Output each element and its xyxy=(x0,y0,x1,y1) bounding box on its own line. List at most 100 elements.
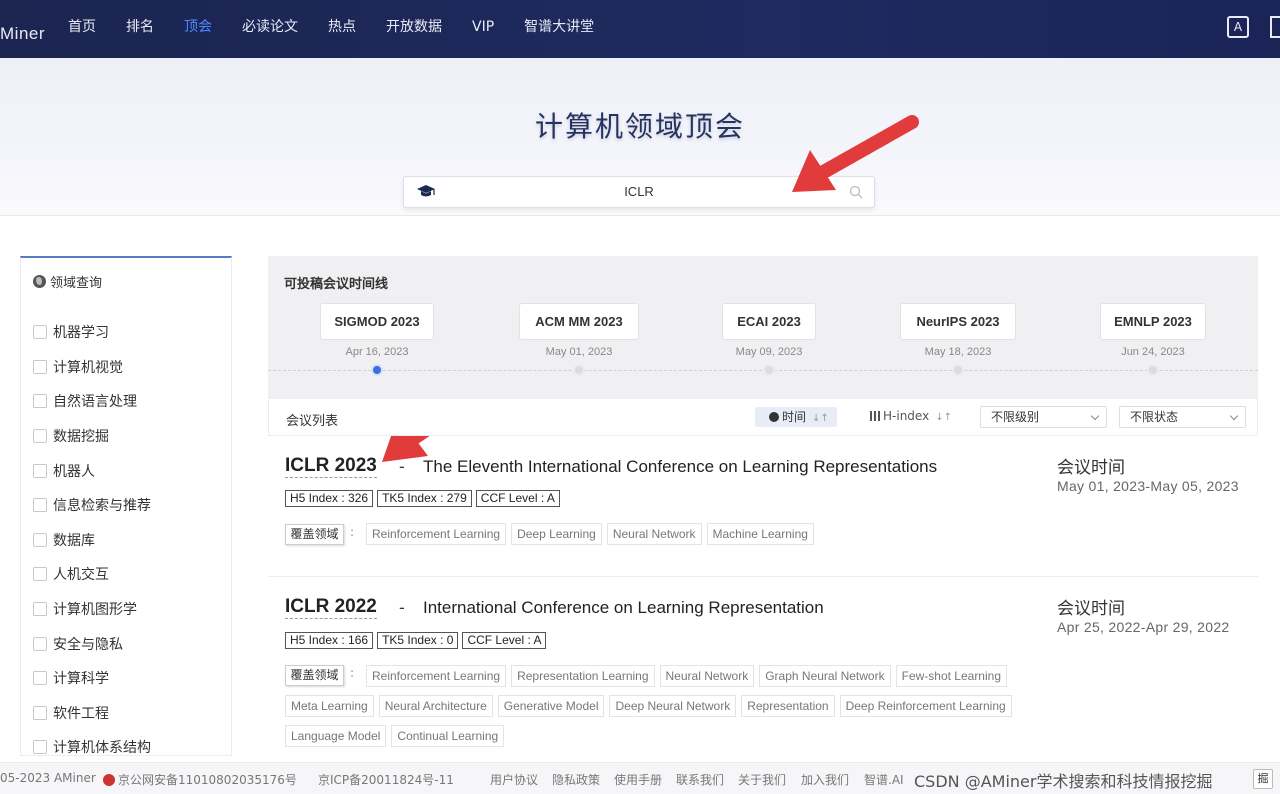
index-badges: H5 Index : 166 TK5 Index : 0 CCF Level :… xyxy=(285,632,547,649)
category-item[interactable]: 数据库 xyxy=(33,523,151,558)
footer-link-privacy[interactable]: 隐私政策 xyxy=(552,771,600,788)
footer-link-join[interactable]: 加入我们 xyxy=(801,771,849,788)
category-checkbox[interactable] xyxy=(33,740,47,755)
timeline-dot[interactable] xyxy=(1147,364,1159,376)
sort-arrow-icon: ↓↑ xyxy=(812,413,829,424)
page-title: 计算机领域顶会 xyxy=(534,110,745,143)
nav-item-vip[interactable]: VIP xyxy=(472,18,494,36)
search-icon[interactable] xyxy=(849,185,863,199)
topic-tag[interactable]: Machine Learning xyxy=(706,523,814,545)
conference-entry: ICLR 2023 - The Eleventh International C… xyxy=(268,436,1258,576)
conference-full-name[interactable]: The Eleventh International Conference on… xyxy=(423,457,937,477)
timeline-dot[interactable] xyxy=(573,364,585,376)
category-item[interactable]: 计算机图形学 xyxy=(33,592,151,627)
language-icon[interactable]: A xyxy=(1227,16,1249,38)
topic-tag[interactable]: Representation xyxy=(741,695,835,717)
clock-icon xyxy=(769,412,779,422)
menu-edge-icon[interactable] xyxy=(1270,16,1280,38)
footer-link-about[interactable]: 关于我们 xyxy=(738,771,786,788)
category-item[interactable]: 机器学习 xyxy=(33,315,151,350)
conference-full-name[interactable]: International Conference on Learning Rep… xyxy=(423,598,824,618)
timeline-event-date: May 01, 2023 xyxy=(545,346,613,358)
nav-item-ranking[interactable]: 排名 xyxy=(126,18,154,36)
footer-link-zhipu[interactable]: 智谱.AI xyxy=(864,771,904,788)
category-item[interactable]: 数据挖掘 xyxy=(33,419,151,454)
conference-short-name[interactable]: ICLR 2023 xyxy=(285,455,377,478)
category-item[interactable]: 信息检索与推荐 xyxy=(33,488,151,523)
topic-tag[interactable]: Deep Learning xyxy=(511,523,602,545)
category-item[interactable]: 计算科学 xyxy=(33,661,151,696)
nav-item-open-data[interactable]: 开放数据 xyxy=(386,18,442,36)
category-checkbox[interactable] xyxy=(33,429,47,444)
timeline-event-card[interactable]: ACM MM 2023 xyxy=(519,303,639,340)
category-item[interactable]: 自然语言处理 xyxy=(33,384,151,419)
topic-tag[interactable]: Neural Architecture xyxy=(378,695,493,717)
category-checkbox[interactable] xyxy=(33,567,47,582)
nav-item-home[interactable]: 首页 xyxy=(68,18,96,36)
conference-short-name[interactable]: ICLR 2022 xyxy=(285,596,377,619)
category-item[interactable]: 计算机视觉 xyxy=(33,350,151,385)
category-item[interactable]: 软件工程 xyxy=(33,696,151,731)
topic-tag[interactable]: Generative Model xyxy=(497,695,605,717)
footer-link-terms[interactable]: 用户协议 xyxy=(490,771,538,788)
topic-tag[interactable]: Deep Reinforcement Learning xyxy=(839,695,1012,717)
timeline-event-card[interactable]: EMNLP 2023 xyxy=(1100,303,1206,340)
category-checkbox[interactable] xyxy=(33,636,47,651)
category-checkbox[interactable] xyxy=(33,602,47,617)
topic-tag[interactable]: Continual Learning xyxy=(391,725,505,747)
category-checkbox[interactable] xyxy=(33,705,47,720)
topic-tag[interactable]: Reinforcement Learning xyxy=(366,523,507,545)
topic-tag[interactable]: Neural Network xyxy=(606,523,702,545)
nav-item-lecture[interactable]: 智谱大讲堂 xyxy=(524,18,594,36)
conference-time-value: May 01, 2023-May 05, 2023 xyxy=(1057,478,1239,494)
timeline-dot-active[interactable] xyxy=(371,364,383,376)
sort-by-hindex-button[interactable]: H-index ↓↑ xyxy=(870,409,952,423)
category-checkbox[interactable] xyxy=(33,359,47,374)
sort-by-time-button[interactable]: 时间 ↓↑ xyxy=(755,407,837,427)
footer-link-contact[interactable]: 联系我们 xyxy=(676,771,724,788)
topic-tag[interactable]: Meta Learning xyxy=(285,695,374,717)
timeline-event-card[interactable]: SIGMOD 2023 xyxy=(320,303,434,340)
conference-time-label: 会议时间 xyxy=(1057,458,1125,478)
category-checkbox[interactable] xyxy=(33,671,47,686)
topic-tag[interactable]: Language Model xyxy=(285,725,387,747)
timeline-event-card[interactable]: NeurIPS 2023 xyxy=(900,303,1016,340)
category-checkbox[interactable] xyxy=(33,532,47,547)
coverage-label: 覆盖领域 xyxy=(285,665,344,686)
category-label: 自然语言处理 xyxy=(53,394,137,411)
logo[interactable]: Miner xyxy=(0,24,45,44)
category-checkbox[interactable] xyxy=(33,325,47,340)
category-checkbox[interactable] xyxy=(33,498,47,513)
timeline-dot[interactable] xyxy=(952,364,964,376)
footer-link-manual[interactable]: 使用手册 xyxy=(614,771,662,788)
nav-item-top-conferences[interactable]: 顶会 xyxy=(184,18,212,36)
tk5-index-badge: TK5 Index : 0 xyxy=(377,632,459,649)
topic-tag[interactable]: Deep Neural Network xyxy=(609,695,737,717)
topic-tag[interactable]: Reinforcement Learning xyxy=(366,665,507,687)
category-item[interactable]: 安全与隐私 xyxy=(33,626,151,661)
floating-edge-button[interactable]: 掘 xyxy=(1253,769,1273,789)
status-select[interactable]: 不限状态 xyxy=(1119,406,1246,428)
topic-tag[interactable]: Few-shot Learning xyxy=(895,665,1007,687)
nav-item-hot[interactable]: 热点 xyxy=(328,18,356,36)
category-list: 机器学习 计算机视觉 自然语言处理 数据挖掘 机器人 信息检索与推荐 数据库 人… xyxy=(33,315,151,765)
category-item[interactable]: 人机交互 xyxy=(33,557,151,592)
category-item[interactable]: 机器人 xyxy=(33,453,151,488)
level-select[interactable]: 不限级别 xyxy=(980,406,1107,428)
category-checkbox[interactable] xyxy=(33,394,47,409)
search-box[interactable]: ICLR xyxy=(403,176,875,208)
sidebar-header: 领域查询 xyxy=(33,272,102,291)
category-checkbox[interactable] xyxy=(33,463,47,478)
topic-tag[interactable]: Neural Network xyxy=(659,665,755,687)
topic-tag[interactable]: Graph Neural Network xyxy=(759,665,891,687)
timeline-event-card[interactable]: ECAI 2023 xyxy=(722,303,816,340)
search-input[interactable]: ICLR xyxy=(440,184,838,199)
conference-time-label: 会议时间 xyxy=(1057,599,1125,619)
category-item[interactable]: 计算机体系结构 xyxy=(33,730,151,765)
nav-item-must-read[interactable]: 必读论文 xyxy=(242,18,298,36)
timeline-dot[interactable] xyxy=(763,364,775,376)
level-select-value: 不限级别 xyxy=(991,410,1040,424)
footer-police-record[interactable]: 京公网安备11010802035176号 xyxy=(103,771,297,788)
footer-icp[interactable]: 京ICP备20011824号-11 xyxy=(318,771,454,788)
topic-tag[interactable]: Representation Learning xyxy=(511,665,655,687)
